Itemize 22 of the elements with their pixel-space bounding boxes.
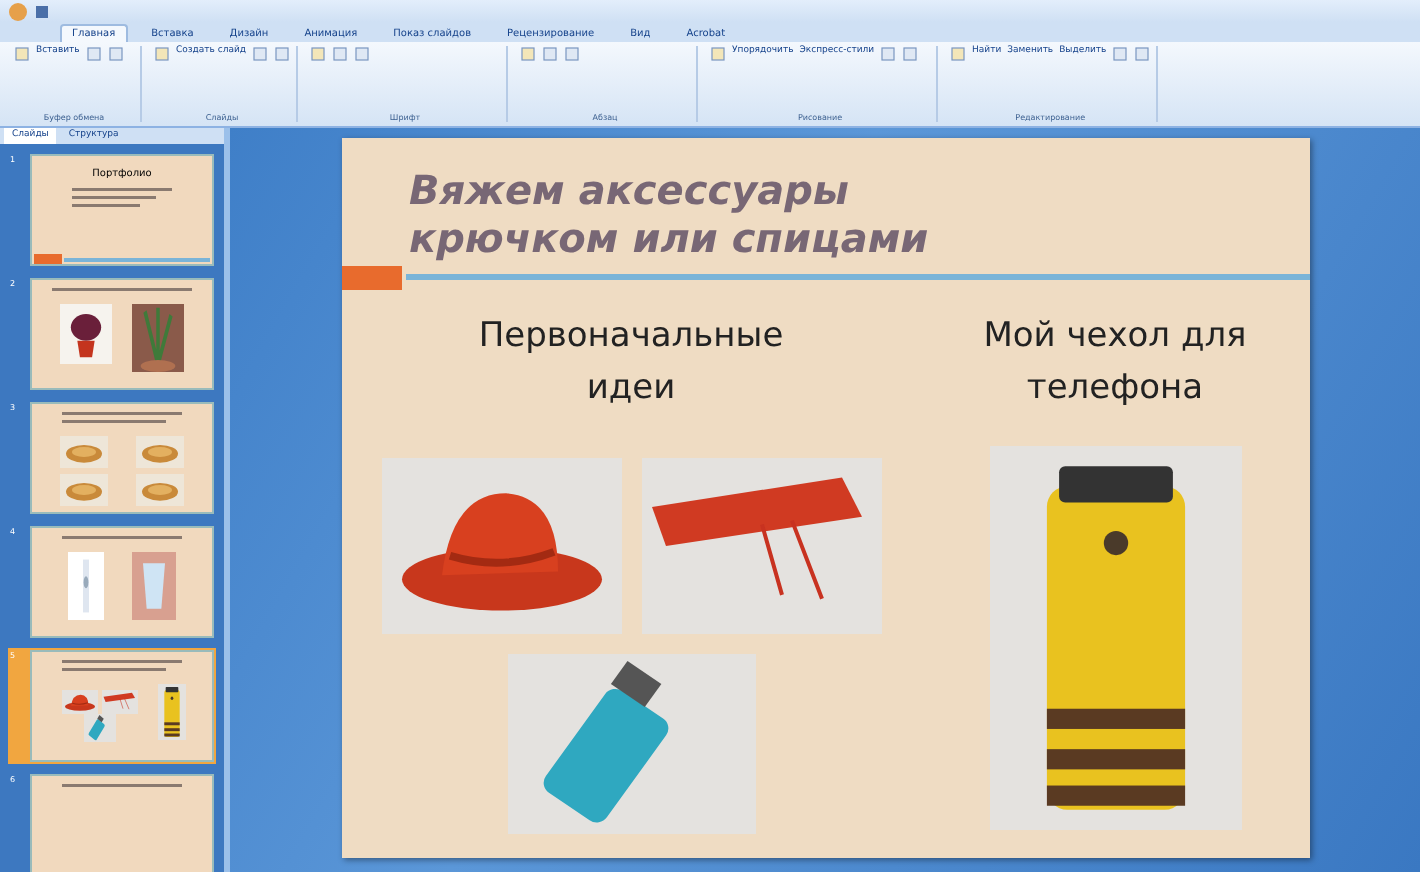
text-lines-icon bbox=[72, 188, 172, 212]
slide-heading: Мой чехол для телефона bbox=[981, 314, 1249, 412]
office-button-icon[interactable] bbox=[8, 1, 28, 21]
text-lines-icon bbox=[52, 288, 192, 296]
slide-thumbnail[interactable] bbox=[30, 278, 214, 390]
save-icon[interactable] bbox=[36, 5, 48, 17]
slide-thumbnail[interactable] bbox=[30, 650, 214, 762]
accent-bar-icon bbox=[34, 254, 210, 264]
text-lines-icon bbox=[62, 784, 182, 792]
slide-thumbnail[interactable] bbox=[30, 402, 214, 514]
text-lines-icon bbox=[62, 536, 182, 544]
text-lines-icon bbox=[62, 660, 182, 676]
slide-heading: Первоначальные идеи bbox=[476, 314, 786, 412]
toolbar-icon[interactable] bbox=[14, 46, 30, 62]
slide-thumbnail[interactable] bbox=[30, 526, 214, 638]
toolbar-icon[interactable] bbox=[710, 46, 727, 62]
slide-thumbnail[interactable] bbox=[30, 774, 214, 872]
slide-title: Вяжем аксессуары крючком или спицами bbox=[409, 166, 931, 262]
accent-block bbox=[341, 266, 401, 290]
toolbar-icon[interactable] bbox=[154, 46, 170, 62]
text-lines-icon bbox=[62, 412, 182, 428]
toolbar-icon[interactable] bbox=[950, 46, 967, 62]
